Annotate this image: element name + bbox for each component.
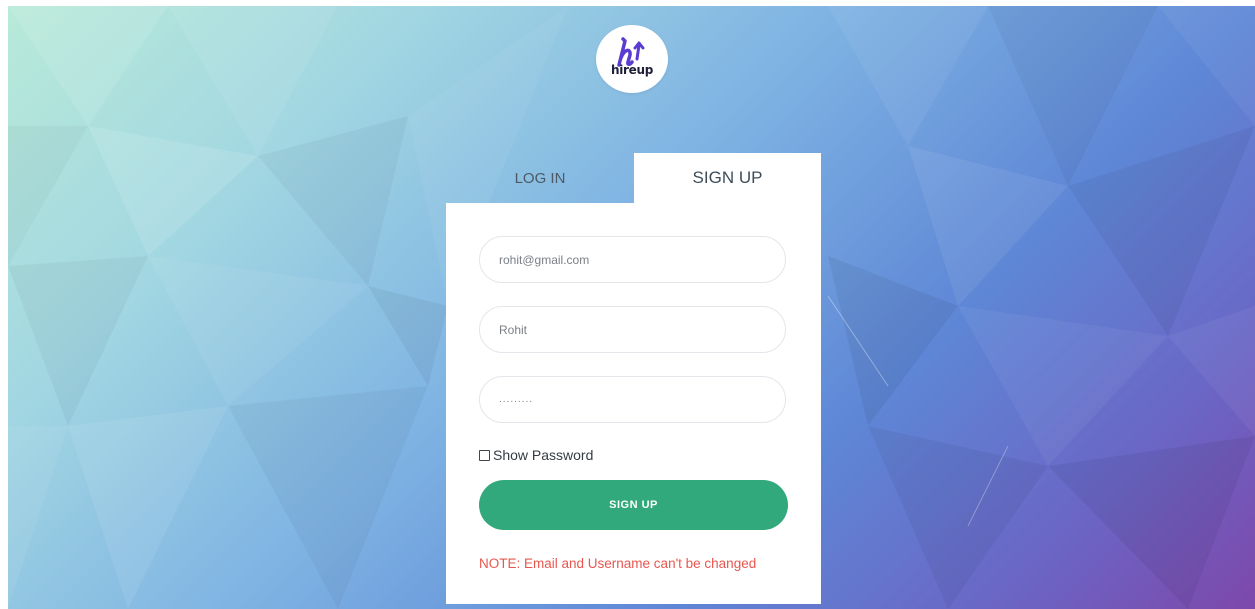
note-text: NOTE: Email and Username can't be change… — [479, 556, 757, 571]
tab-sign-up[interactable]: SIGN UP — [634, 153, 821, 203]
username-field[interactable] — [479, 306, 786, 353]
tab-log-in[interactable]: LOG IN — [446, 153, 634, 203]
show-password-toggle[interactable]: Show Password — [479, 447, 593, 463]
logo-wordmark: hireup — [610, 63, 654, 77]
email-field[interactable] — [479, 236, 786, 283]
hireup-logo: hireup — [596, 25, 668, 93]
show-password-checkbox[interactable] — [479, 449, 490, 461]
signup-form-card: Show Password SIGN UP NOTE: Email and Us… — [446, 203, 821, 604]
h-arrow-icon — [617, 37, 645, 67]
show-password-label: Show Password — [493, 447, 594, 463]
password-field[interactable] — [479, 376, 786, 423]
sign-up-button[interactable]: SIGN UP — [479, 480, 788, 530]
